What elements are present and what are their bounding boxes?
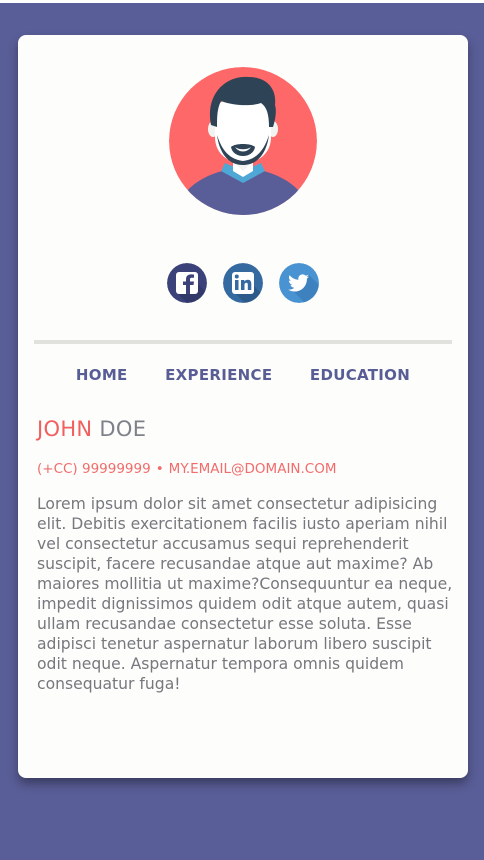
contact-separator: • — [155, 461, 164, 477]
divider — [34, 340, 452, 344]
nav-experience[interactable]: EXPERIENCE — [165, 366, 272, 384]
facebook-button[interactable] — [167, 263, 207, 303]
avatar — [169, 67, 317, 215]
facebook-icon — [167, 263, 207, 303]
nav-education[interactable]: EDUCATION — [310, 366, 410, 384]
bio-text: Lorem ipsum dolor sit amet consectetur a… — [37, 495, 453, 693]
nav-home[interactable]: HOME — [76, 366, 128, 384]
twitter-button[interactable] — [279, 263, 319, 303]
last-name: DOE — [99, 417, 147, 441]
main-nav: HOME EXPERIENCE EDUCATION — [18, 366, 468, 386]
profile-name: JOHN DOE — [37, 417, 146, 441]
twitter-icon — [279, 263, 319, 303]
first-name: JOHN — [37, 417, 93, 441]
top-strip — [0, 0, 484, 3]
profile-card: HOME EXPERIENCE EDUCATION JOHN DOE (+CC)… — [18, 35, 468, 778]
contact-info: (+CC) 99999999 • MY.EMAIL@DOMAIN.COM — [37, 461, 337, 477]
linkedin-button[interactable] — [223, 263, 263, 303]
phone-number: (+CC) 99999999 — [37, 461, 151, 477]
social-links — [18, 263, 468, 303]
email-address: MY.EMAIL@DOMAIN.COM — [168, 461, 337, 477]
avatar-illustration-icon — [169, 67, 317, 215]
linkedin-icon — [223, 263, 263, 303]
